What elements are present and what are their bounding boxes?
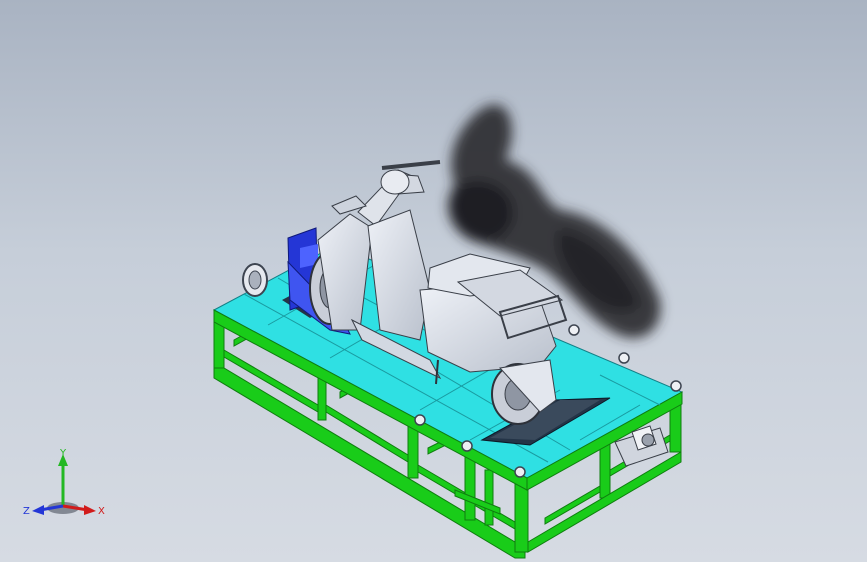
view-orientation-triad[interactable]: Y X Z [20, 448, 110, 528]
y-axis-label: Y [59, 448, 67, 459]
z-axis-head [32, 505, 44, 515]
test-bench-model[interactable] [0, 0, 867, 562]
z-axis-label: Z [23, 506, 30, 517]
roller-wheel[interactable] [242, 263, 268, 297]
x-axis-head [84, 505, 96, 515]
x-axis-label: X [98, 506, 105, 517]
cad-3d-viewport[interactable]: Y X Z [0, 0, 867, 562]
